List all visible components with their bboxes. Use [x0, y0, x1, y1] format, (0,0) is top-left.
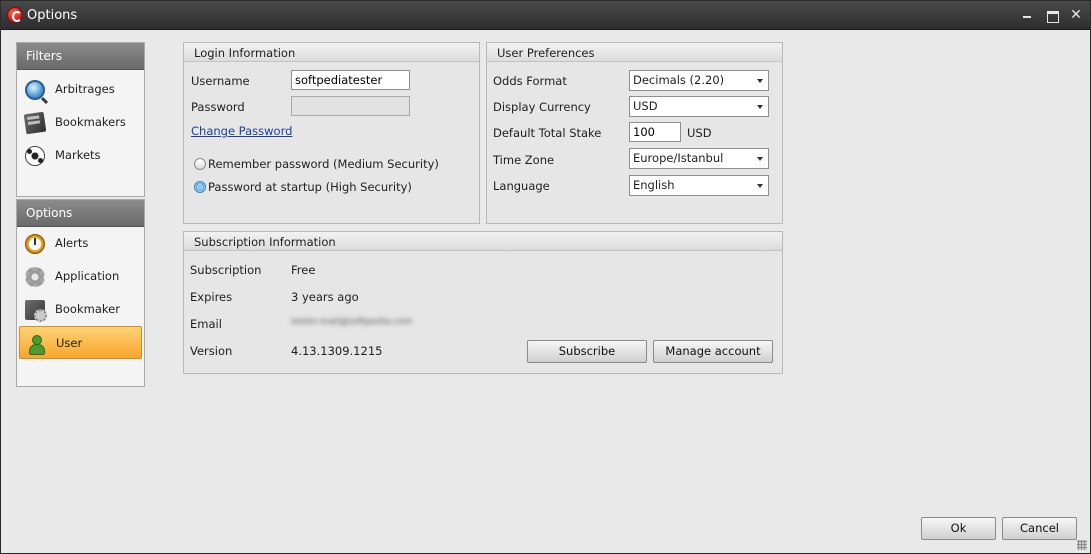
username-input[interactable] — [291, 70, 410, 90]
options-panel: Options Alerts Application Bookmaker Set… — [16, 199, 145, 387]
book-icon — [23, 111, 47, 135]
subscription-value: Free — [291, 263, 316, 277]
sidebar-item-bookmakers[interactable]: Bookmakers — [19, 106, 142, 139]
sidebar-item-label: User — [56, 336, 83, 350]
time-zone-select[interactable]: Europe/Istanbul — [629, 148, 769, 169]
version-value: 4.13.1309.1215 — [291, 344, 383, 358]
manage-account-button[interactable]: Manage account — [653, 340, 773, 363]
subscription-header: Subscription Information — [184, 232, 782, 251]
ok-button[interactable]: Ok — [921, 517, 996, 540]
user-icon — [26, 334, 46, 355]
options-window: Options ✕ Filters Arbitrages Bookmakers … — [0, 0, 1091, 554]
soccer-ball-icon — [25, 146, 45, 166]
gear-icon — [25, 267, 45, 287]
default-stake-input[interactable] — [629, 122, 681, 142]
resize-grip-icon[interactable] — [1077, 540, 1087, 550]
time-zone-value: Europe/Istanbul — [633, 151, 724, 165]
sidebar-item-label: Application — [55, 269, 120, 283]
sidebar-item-user[interactable]: User — [19, 326, 142, 359]
email-value: tester-mail@softpedia.com — [291, 317, 413, 327]
expires-value: 3 years ago — [291, 290, 359, 304]
remember-password-radio[interactable] — [194, 158, 206, 170]
chevron-down-icon — [757, 105, 763, 109]
username-label: Username — [191, 74, 250, 88]
chevron-down-icon — [757, 79, 763, 83]
magnifier-icon — [25, 80, 45, 100]
default-stake-label: Default Total Stake — [493, 126, 602, 140]
chevron-down-icon — [757, 184, 763, 188]
display-currency-label: Display Currency — [493, 100, 591, 114]
time-zone-label: Time Zone — [493, 153, 555, 167]
book-gear-icon — [25, 300, 47, 322]
subscribe-button[interactable]: Subscribe — [527, 340, 647, 363]
email-label: Email — [190, 317, 222, 331]
stake-unit: USD — [687, 126, 712, 140]
chevron-down-icon — [757, 157, 763, 161]
display-currency-value: USD — [633, 99, 658, 113]
password-at-startup-radio[interactable] — [194, 181, 206, 193]
filters-header: Filters — [17, 43, 144, 70]
display-currency-select[interactable]: USD — [629, 96, 769, 117]
language-select[interactable]: English — [629, 175, 769, 196]
sidebar-item-label: Bookmakers — [55, 115, 126, 129]
sidebar-item-alerts[interactable]: Alerts — [19, 227, 142, 260]
sidebar-item-bookmaker-setup[interactable]: Bookmaker Setup — [19, 293, 142, 349]
sidebar-item-arbitrages[interactable]: Arbitrages — [19, 73, 142, 106]
minimize-icon[interactable] — [1018, 7, 1036, 23]
sidebar-item-label: Markets — [55, 148, 101, 162]
title-bar: Options ✕ — [1, 1, 1090, 30]
subscription-label: Subscription — [190, 263, 262, 277]
password-label: Password — [191, 100, 245, 114]
remember-password-label: Remember password (Medium Security) — [208, 157, 439, 171]
app-logo-icon — [7, 7, 23, 23]
window-title: Options — [27, 8, 78, 23]
cancel-button[interactable]: Cancel — [1002, 517, 1077, 540]
filters-panel: Filters Arbitrages Bookmakers Markets — [16, 42, 145, 197]
preferences-header: User Preferences — [487, 43, 782, 62]
odds-format-label: Odds Format — [493, 74, 567, 88]
odds-format-value: Decimals (2.20) — [633, 73, 725, 87]
user-preferences-group: User Preferences Odds Format Decimals (2… — [486, 42, 783, 224]
login-header: Login Information — [184, 43, 479, 62]
sidebar-item-label: Arbitrages — [55, 82, 115, 96]
language-value: English — [633, 178, 675, 192]
version-label: Version — [190, 344, 233, 358]
maximize-icon[interactable] — [1043, 7, 1061, 23]
sidebar-item-markets[interactable]: Markets — [19, 139, 142, 172]
sidebar-item-application[interactable]: Application — [19, 260, 142, 293]
language-label: Language — [493, 179, 550, 193]
alarm-clock-icon — [25, 234, 45, 254]
password-at-startup-label: Password at startup (High Security) — [208, 180, 412, 194]
close-icon[interactable]: ✕ — [1067, 7, 1085, 23]
subscription-information-group: Subscription Information Subscription Fr… — [183, 231, 783, 374]
password-input[interactable] — [291, 96, 410, 116]
login-information-group: Login Information Username Password Chan… — [183, 42, 480, 224]
sidebar-item-label: Alerts — [55, 236, 89, 250]
odds-format-select[interactable]: Decimals (2.20) — [629, 70, 769, 91]
options-header: Options — [17, 200, 144, 227]
expires-label: Expires — [190, 290, 233, 304]
change-password-link[interactable]: Change Password — [191, 124, 292, 138]
